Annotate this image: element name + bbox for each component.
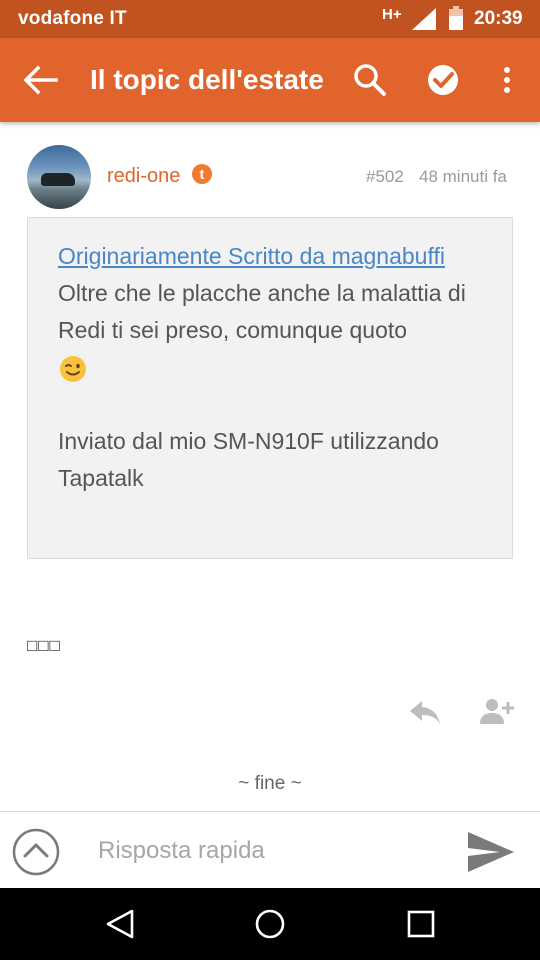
post-body-text: □□□ — [27, 636, 61, 655]
avatar[interactable] — [27, 145, 91, 209]
add-person-icon[interactable] — [480, 697, 514, 725]
quote-signature: Inviato dal mio SM-N910F utilizzando Tap… — [58, 428, 439, 491]
quick-reply-bar — [0, 811, 540, 888]
page-title: Il topic dell'estate — [90, 64, 324, 95]
app-bar: Il topic dell'estate — [0, 38, 540, 122]
post-timestamp: 48 minuti fa — [419, 167, 507, 186]
end-of-thread-marker: ~ fine ~ — [238, 773, 302, 794]
signal-icon — [412, 8, 436, 30]
back-arrow-icon[interactable] — [22, 64, 58, 96]
reply-icon[interactable] — [408, 699, 442, 725]
post-number: #502 — [366, 167, 404, 186]
quote-text-content: Oltre che le placche anche la malattia d… — [58, 280, 466, 343]
quote-block: Originariamente Scritto da magnabuffi Ol… — [27, 217, 513, 559]
username[interactable]: redi-one — [107, 165, 180, 188]
quote-author-link[interactable]: Originariamente Scritto da magnabuffi — [58, 238, 498, 275]
clock: 20:39 — [474, 8, 523, 29]
more-vert-icon[interactable] — [496, 62, 518, 98]
nav-home-icon[interactable] — [254, 908, 286, 940]
check-circle-icon[interactable] — [425, 62, 461, 98]
status-bar: vodafone IT H+ 20:39 — [0, 0, 540, 38]
expand-up-icon[interactable] — [12, 828, 60, 876]
battery-icon — [449, 6, 463, 30]
quote-body: Originariamente Scritto da magnabuffi Ol… — [58, 238, 498, 497]
nav-back-icon[interactable] — [105, 908, 135, 940]
send-icon[interactable] — [466, 830, 516, 874]
winking-face-emoji-icon — [60, 355, 86, 382]
post-header: redi-one t #502 48 minuti fa — [0, 142, 540, 212]
system-nav-bar — [0, 888, 540, 960]
tapatalk-badge-icon: t — [192, 164, 212, 184]
quick-reply-input[interactable] — [98, 834, 438, 868]
carrier-name: vodafone IT — [18, 8, 127, 29]
search-icon[interactable] — [352, 62, 388, 98]
quote-text: Oltre che le placche anche la malattia d… — [58, 275, 498, 386]
network-type: H+ — [382, 6, 402, 23]
avatar-car-image — [41, 173, 75, 186]
nav-recent-apps-icon[interactable] — [406, 909, 436, 939]
